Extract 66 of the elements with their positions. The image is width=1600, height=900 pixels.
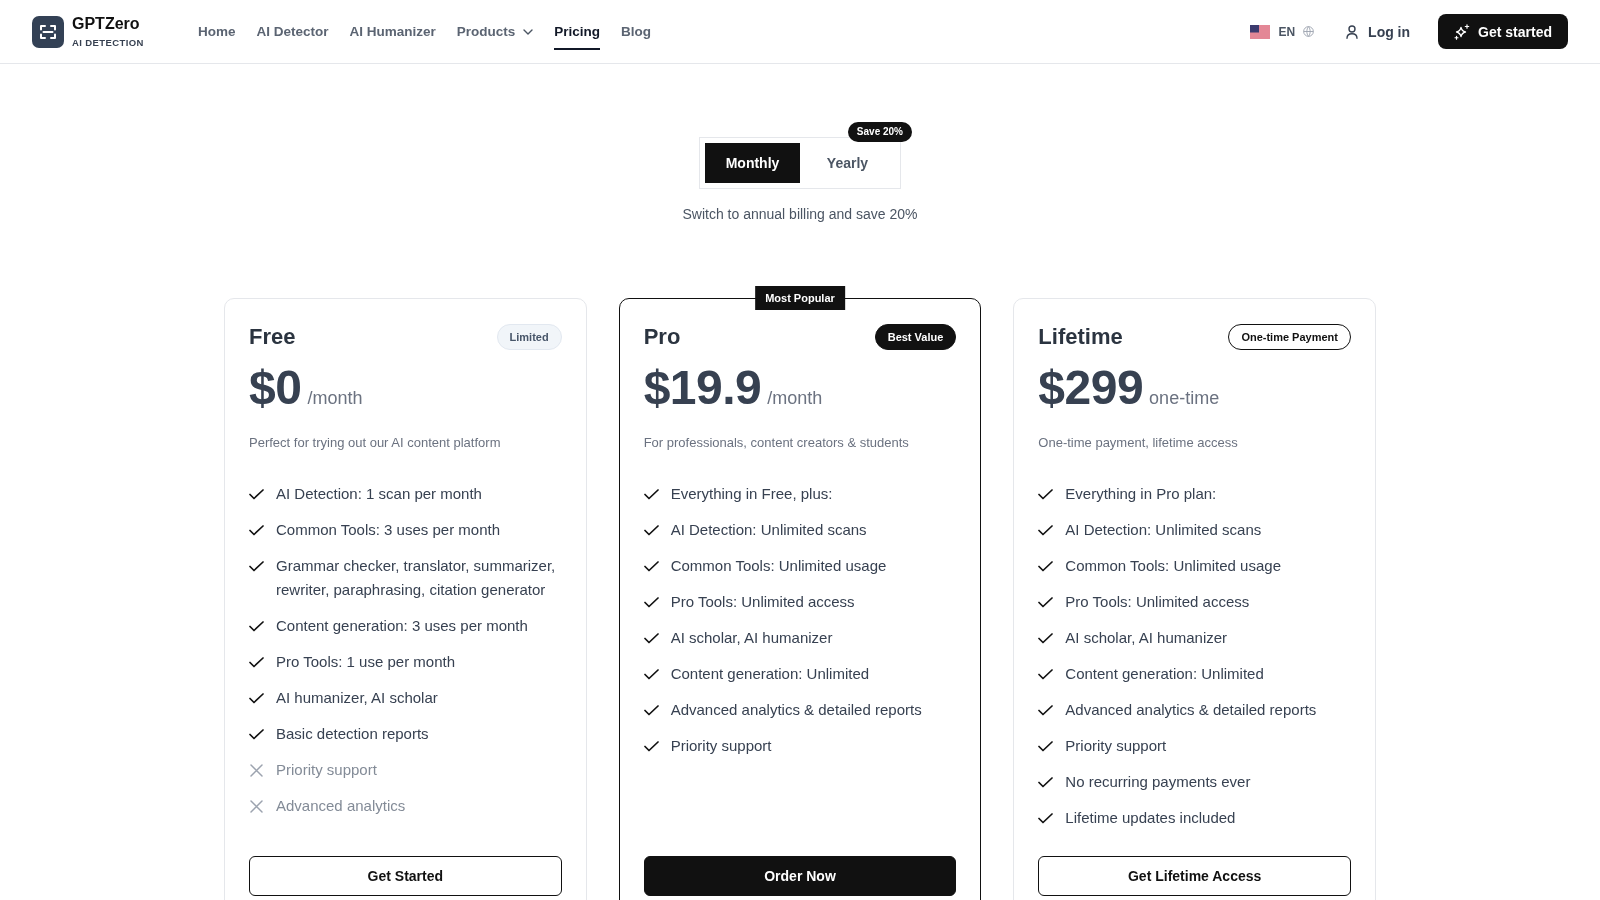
feature-text: Pro Tools: Unlimited access [670,592,855,612]
plan-badge: One-time Payment [1228,324,1351,350]
billing-option[interactable]: Yearly [800,143,895,183]
price-period: one-time [1149,388,1220,409]
billing-option[interactable]: Monthly [705,143,800,183]
feature-text: Advanced analytics [276,796,406,816]
plan-button[interactable]: Get Lifetime Access [1038,856,1351,896]
plan-name: Pro [643,323,681,351]
feature-text: Advanced analytics & detailed reports [670,700,922,720]
nav-link[interactable]: AI Detector [256,13,329,50]
feature-text: Common Tools: Unlimited usage [1065,556,1281,576]
feature-text: No recurring payments ever [1065,772,1251,792]
brand-tagline: AI DETECTION [72,36,144,49]
feature-text: Content generation: 3 uses per month [276,616,528,636]
language-selector[interactable]: EN [1250,24,1315,39]
nav-link[interactable]: AI Humanizer [349,13,436,50]
plan-name: Free [249,323,296,351]
feature-text: AI scholar, AI humanizer [670,628,833,648]
price-period: /month [767,388,823,409]
feature-text: Common Tools: Unlimited usage [670,556,887,576]
feature-text: Pro Tools: 1 use per month [276,652,455,672]
discount-badge: Save 20% [847,122,912,142]
login-link[interactable]: Log in [1346,23,1411,40]
feature-text: AI humanizer, AI scholar [276,688,438,708]
plan-description: One-time payment, lifetime access [1038,434,1239,452]
feature-text: Everything in Pro plan: [1065,484,1217,504]
feature-text: Content generation: Unlimited [670,664,870,684]
billing-note: Switch to annual billing and save 20% [682,205,918,223]
ribbon-label: Most Popular [755,286,845,310]
plan-button[interactable]: Order Now [643,856,957,896]
plan-badge: Best Value [874,324,957,350]
plan-badge: Limited [496,324,562,350]
plan-button[interactable]: Get Started [249,856,562,896]
globe-icon [1303,26,1315,37]
nav-link[interactable]: Home [198,13,236,50]
feature-text: Pro Tools: Unlimited access [1065,592,1250,612]
feature-text: Basic detection reports [276,724,429,744]
nav-link[interactable]: Products [456,13,534,50]
feature-text: AI scholar, AI humanizer [1065,628,1228,648]
feature-text: Advanced analytics & detailed reports [1065,700,1317,720]
feature-text: Everything in Free, plus: [670,484,833,504]
feature-text: Lifetime updates included [1065,808,1236,828]
plan-description: Perfect for trying out our AI content platform [249,434,502,452]
feature-text: Priority support [1065,736,1167,756]
logo-icon[interactable] [32,15,64,48]
flag-icon [1250,24,1271,39]
plan-name: Lifetime [1038,323,1123,351]
feature-text: Priority support [276,760,377,780]
feature-text: Grammar checker, translator, summarizer, rewriter, paraphrasing, citation generator [276,556,557,600]
feature-text: Content generation: Unlimited [1065,664,1264,684]
plan-price: $19.9 [643,362,762,414]
brand-name: GPTZero [72,14,141,33]
sparkle-icon [1454,23,1471,40]
plan-description: For professionals, content creators & students [643,434,910,452]
feature-text: Priority support [670,736,772,756]
feature-text: AI Detection: Unlimited scans [1065,520,1262,540]
plan-price: $0 [249,362,302,414]
nav-link[interactable]: Blog [621,13,652,50]
feature-text: Common Tools: 3 uses per month [276,520,500,540]
feature-text: AI Detection: Unlimited scans [670,520,867,540]
price-period: /month [307,388,363,409]
plan-price: $299 [1038,362,1144,414]
user-icon [1346,24,1359,39]
get-started-button[interactable]: Get started [1438,14,1568,49]
feature-text: AI Detection: 1 scan per month [276,484,482,504]
nav-link[interactable]: Pricing [554,13,601,50]
